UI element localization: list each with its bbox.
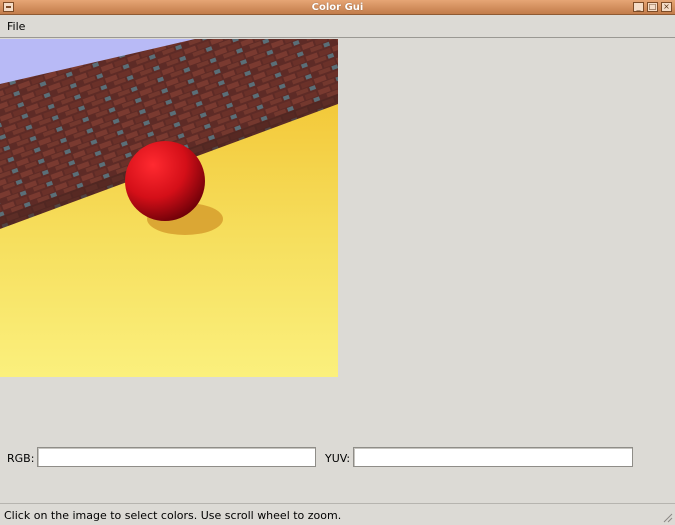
status-bar: Click on the image to select colors. Use… xyxy=(0,503,675,525)
yuv-label: YUV: xyxy=(325,452,351,465)
yuv-field[interactable] xyxy=(353,447,633,467)
maximize-icon[interactable]: □ xyxy=(647,2,658,12)
menu-file-label: File xyxy=(7,20,26,33)
window-title: Color Gui xyxy=(311,2,364,13)
menu-file[interactable]: File xyxy=(7,20,25,33)
rgb-field[interactable] xyxy=(37,447,316,467)
menu-bar: File xyxy=(0,15,675,38)
rgb-label: RGB: xyxy=(7,452,35,465)
camera-image[interactable] xyxy=(0,39,338,377)
red-ball xyxy=(125,141,205,221)
close-icon[interactable]: × xyxy=(661,2,672,12)
resize-grip-icon[interactable] xyxy=(661,511,673,523)
minimize-icon[interactable]: _ xyxy=(633,2,644,12)
scene-image xyxy=(0,39,338,377)
status-text: Click on the image to select colors. Use… xyxy=(4,509,342,522)
title-bar[interactable]: Color Gui _ □ × xyxy=(0,0,675,15)
